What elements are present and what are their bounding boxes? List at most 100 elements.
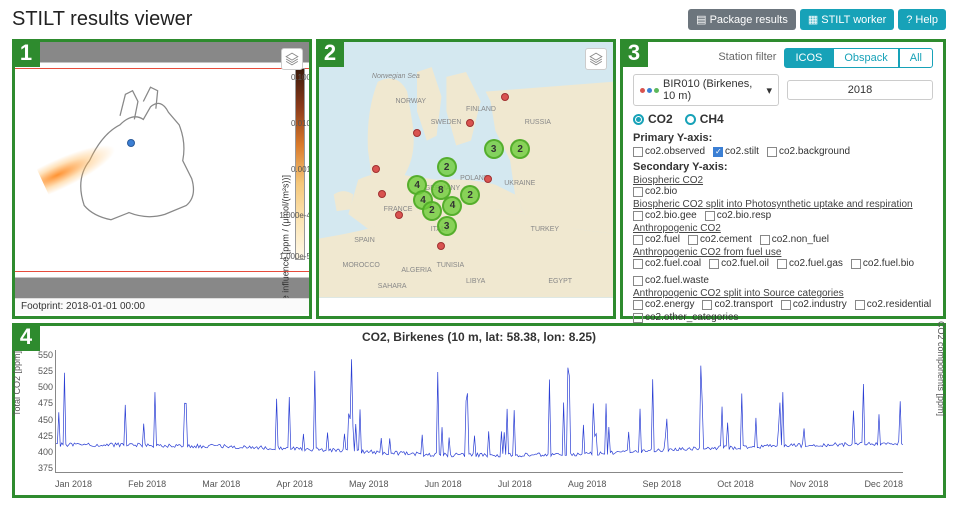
colorbar-tick: 0.010 — [291, 119, 309, 128]
station-select[interactable]: BIR010 (Birkenes, 10 m) ▾ — [633, 74, 779, 106]
cb-label: co2.transport — [714, 299, 772, 310]
cb-fuel-waste[interactable]: co2.fuel.waste — [633, 275, 709, 286]
station-color-dots — [640, 88, 659, 93]
x-tick: Jan 2018 — [55, 479, 92, 489]
package-results-button[interactable]: ▤ Package results — [688, 9, 796, 30]
filter-obspack-button[interactable]: Obspack — [833, 48, 898, 68]
cb-fuel-gas[interactable]: co2.fuel.gas — [777, 258, 843, 269]
radio-icon — [685, 114, 696, 125]
x-tick: Oct 2018 — [717, 479, 754, 489]
cb-fuel-bio[interactable]: co2.fuel.bio — [851, 258, 914, 269]
cb-label: co2.bio.gee — [645, 210, 697, 221]
station-marker — [127, 139, 135, 147]
cb-bio-gee[interactable]: co2.bio.gee — [633, 210, 697, 221]
filter-icos-button[interactable]: ICOS — [784, 48, 833, 68]
y-tick: 500 — [33, 382, 53, 392]
country-label: SPAIN — [354, 237, 375, 244]
panel-number-3: 3 — [620, 39, 648, 67]
station-cluster[interactable]: 3 — [437, 216, 457, 236]
cb-label: co2.fuel.bio — [863, 258, 914, 269]
layers-icon[interactable] — [585, 48, 607, 70]
country-label: UKRAINE — [504, 180, 535, 187]
cb-fuel-coal[interactable]: co2.fuel.coal — [633, 258, 701, 269]
y-tick: 450 — [33, 415, 53, 425]
cb-label: co2.non_fuel — [772, 234, 829, 245]
station-marker[interactable] — [484, 175, 492, 183]
station-marker[interactable] — [372, 165, 380, 173]
footprint-map[interactable]: 0.100 0.010 0.001 1.000e-4 1.000e-5 surf… — [15, 42, 309, 298]
cb-label: co2.stilt — [725, 146, 759, 157]
cb-label: co2.background — [779, 146, 850, 157]
x-tick: Apr 2018 — [276, 479, 313, 489]
station-cluster[interactable]: 3 — [484, 139, 504, 159]
help-label: Help — [915, 14, 938, 26]
cb-label: co2.observed — [645, 146, 705, 157]
cb-fuel-oil[interactable]: co2.fuel.oil — [709, 258, 769, 269]
station-cluster[interactable]: 4 — [442, 196, 462, 216]
cb-label: co2.fuel — [645, 234, 680, 245]
chart-title: CO2, Birkenes (10 m, lat: 58.38, lon: 8.… — [15, 326, 943, 344]
y-axis-label-right: CO2 components [ppm] — [936, 320, 946, 415]
cb-residential[interactable]: co2.residential — [855, 299, 931, 310]
station-marker[interactable] — [466, 119, 474, 127]
colorbar-tick: 0.001 — [291, 165, 309, 174]
radio-icon — [633, 114, 644, 125]
cb-label: co2.other_categories — [645, 312, 738, 323]
x-tick: Feb 2018 — [128, 479, 166, 489]
cat-bio-split: Biospheric CO2 split into Photosynthetic… — [633, 199, 933, 210]
station-marker[interactable] — [437, 242, 445, 250]
cb-co2-background[interactable]: co2.background — [767, 146, 850, 157]
station-map[interactable]: NORWAY SWEDEN FINLAND RUSSIA POLAND UKRA… — [319, 42, 613, 298]
cb-bio-resp[interactable]: co2.bio.resp — [705, 210, 771, 221]
panel-number-4: 4 — [12, 323, 40, 351]
year-select[interactable]: 2018 — [787, 80, 933, 100]
y-tick: 400 — [33, 447, 53, 457]
cb-industry[interactable]: co2.industry — [781, 299, 847, 310]
station-cluster[interactable]: 2 — [437, 157, 457, 177]
cb-cement[interactable]: co2.cement — [688, 234, 752, 245]
filter-all-button[interactable]: All — [899, 48, 933, 68]
cb-other[interactable]: co2.other_categories — [633, 312, 738, 323]
country-label: LIBYA — [466, 278, 485, 285]
help-button[interactable]: ? Help — [898, 9, 946, 30]
timeseries-chart[interactable] — [55, 350, 903, 473]
colorbar-label: surface influence [ppm / (μmol/(m²s))] — [281, 175, 291, 298]
y-axis-label: Total CO2 [ppm] — [12, 350, 22, 415]
country-label: TUNISIA — [437, 262, 465, 269]
stilt-worker-button[interactable]: ▦ STILT worker — [800, 9, 894, 30]
colorbar-tick: 0.100 — [291, 73, 309, 82]
panel-number-2: 2 — [316, 39, 344, 67]
package-results-label: Package results — [710, 14, 788, 26]
footprint-timestamp: Footprint: 2018-01-01 00:00 — [15, 298, 309, 314]
cb-co2-bio[interactable]: co2.bio — [633, 186, 677, 197]
page-title: STILT results viewer — [12, 8, 192, 31]
y-tick: 425 — [33, 431, 53, 441]
layers-icon[interactable] — [281, 48, 303, 70]
primary-axis-label: Primary Y-axis: — [633, 132, 933, 144]
map-land — [319, 42, 613, 298]
station-cluster[interactable]: 2 — [422, 201, 442, 221]
cb-transport[interactable]: co2.transport — [702, 299, 772, 310]
help-icon: ? — [906, 14, 912, 26]
gas-ch4-label: CH4 — [700, 112, 724, 126]
cb-co2-observed[interactable]: co2.observed — [633, 146, 705, 157]
y-tick: 475 — [33, 398, 53, 408]
gas-co2-radio[interactable]: CO2 — [633, 112, 673, 126]
country-label: SWEDEN — [431, 119, 462, 126]
cb-label: co2.industry — [793, 299, 847, 310]
y-tick: 375 — [33, 463, 53, 473]
archive-icon: ▤ — [696, 13, 706, 26]
country-label: FINLAND — [466, 106, 496, 113]
cb-non-fuel[interactable]: co2.non_fuel — [760, 234, 829, 245]
x-tick: Nov 2018 — [790, 479, 829, 489]
gas-co2-label: CO2 — [648, 112, 673, 126]
cb-energy[interactable]: co2.energy — [633, 299, 694, 310]
gas-ch4-radio[interactable]: CH4 — [685, 112, 724, 126]
cb-fuel[interactable]: co2.fuel — [633, 234, 680, 245]
cb-label: co2.bio.resp — [717, 210, 771, 221]
sea-label: Norwegian Sea — [372, 73, 420, 80]
cb-co2-stilt[interactable]: co2.stilt — [713, 146, 759, 157]
country-label: MOROCCO — [343, 262, 380, 269]
cb-label: co2.residential — [867, 299, 931, 310]
x-tick: Mar 2018 — [202, 479, 240, 489]
